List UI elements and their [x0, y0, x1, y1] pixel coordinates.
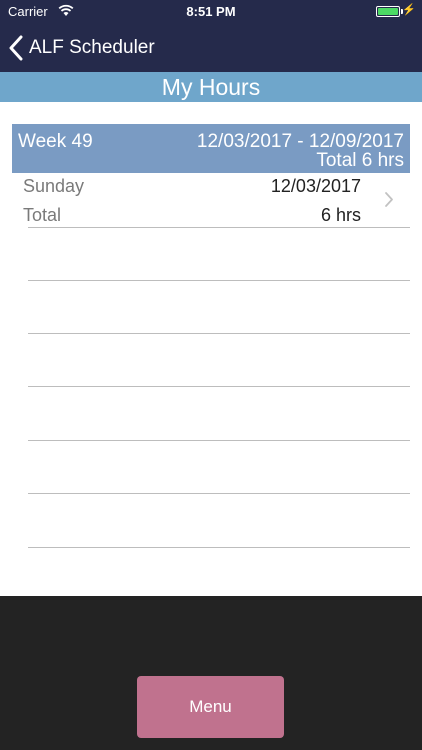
menu-button[interactable]: Menu — [137, 676, 284, 738]
row-separator — [28, 333, 410, 334]
day-name: Sunday — [23, 176, 85, 196]
list-item[interactable]: Sunday 12/03/2017 Total 6 hrs — [12, 173, 410, 227]
row-separator — [28, 227, 410, 228]
row-separator — [28, 280, 410, 281]
row-separator — [28, 547, 410, 548]
week-header: Week 49 12/03/2017 - 12/09/2017 Total 6 … — [12, 124, 410, 173]
week-total: Total 6 hrs — [316, 150, 404, 171]
navigation-bar: ALF Scheduler — [0, 24, 422, 72]
day-total-value: 6 hrs — [320, 205, 361, 225]
status-bar: Carrier 8:51 PM ⚡ — [0, 0, 422, 24]
battery-icon — [376, 6, 400, 17]
day-total-label: Total — [23, 205, 62, 225]
chevron-right-icon — [385, 192, 393, 207]
page-title: My Hours — [0, 72, 422, 102]
row-separator — [28, 493, 410, 494]
chevron-left-icon — [9, 35, 23, 61]
day-date: 12/03/2017 — [270, 176, 361, 196]
bolt-icon: ⚡ — [402, 4, 416, 16]
footer-bar: Menu — [0, 596, 422, 750]
status-time: 8:51 PM — [186, 4, 236, 19]
row-separator — [28, 386, 410, 387]
week-label: Week 49 — [18, 131, 93, 152]
row-separator — [28, 440, 410, 441]
back-label: ALF Scheduler — [29, 37, 155, 58]
back-button[interactable]: ALF Scheduler — [8, 34, 155, 62]
